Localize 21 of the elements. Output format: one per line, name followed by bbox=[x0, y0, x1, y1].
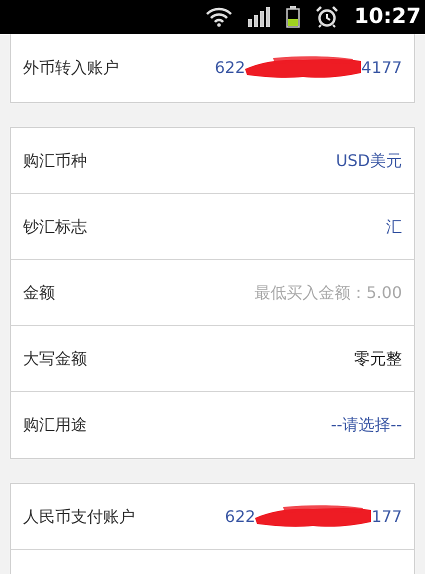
field-label: 大写金额 bbox=[23, 348, 87, 370]
amount-input[interactable]: 最低买入金额：5.00 bbox=[172, 280, 402, 304]
amount-in-words: 零元整 bbox=[354, 348, 402, 370]
battery-icon bbox=[286, 6, 300, 28]
account-number-start: 622 bbox=[214, 57, 246, 79]
signal-icon bbox=[248, 7, 270, 27]
clock-time: 10:27 bbox=[354, 3, 421, 30]
field-label: 外币转入账户 bbox=[23, 57, 119, 79]
field-label: 购汇用途 bbox=[23, 414, 87, 436]
field-label: 人民币支付账户 bbox=[23, 506, 135, 528]
field-label: 钞汇标志 bbox=[23, 216, 87, 238]
select-value[interactable]: --请选择-- bbox=[330, 413, 402, 437]
select-value[interactable]: USD美元 bbox=[336, 148, 402, 172]
account-number-end: 177 bbox=[371, 506, 402, 528]
field-label: 金额 bbox=[23, 282, 55, 304]
alarm-icon bbox=[316, 6, 338, 28]
select-value[interactable]: 汇 bbox=[386, 214, 402, 238]
wifi-icon bbox=[206, 7, 232, 27]
account-number-end: 4177 bbox=[361, 57, 402, 79]
field-label: 购汇币种 bbox=[23, 150, 87, 172]
account-number-start: 622 bbox=[224, 506, 256, 528]
